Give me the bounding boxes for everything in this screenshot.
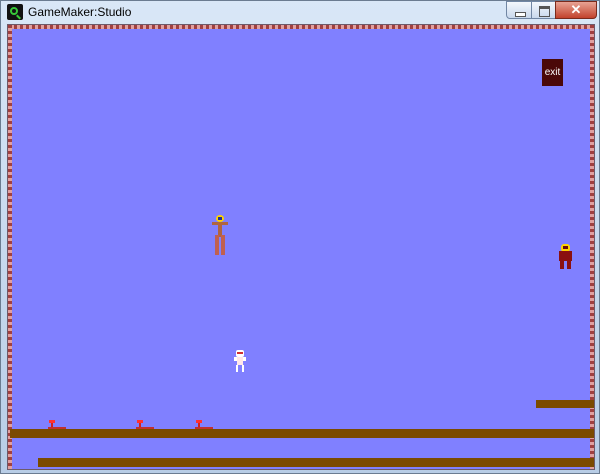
spring-pad <box>136 420 154 429</box>
maximize-button[interactable] <box>531 1 556 19</box>
exit-label: exit <box>544 67 561 78</box>
title-bar[interactable]: GameMaker:Studio ✕ <box>1 1 599 23</box>
spring-pad <box>48 420 66 429</box>
player-sprite <box>234 350 246 372</box>
gamemaker-logo-icon <box>7 4 23 20</box>
right-ledge-platform <box>536 400 594 408</box>
window-title: GameMaker:Studio <box>28 5 132 19</box>
game-canvas[interactable]: exit <box>7 24 595 470</box>
spring-pad <box>195 420 213 429</box>
lower-floor-platform <box>38 458 594 467</box>
top-wall <box>8 25 594 29</box>
game-window: GameMaker:Studio ✕ exit <box>0 0 600 474</box>
close-button[interactable]: ✕ <box>555 1 597 19</box>
red-enemy-sprite <box>559 244 572 269</box>
minimize-button[interactable] <box>506 1 532 19</box>
main-floor-platform <box>10 429 594 438</box>
brown-enemy-sprite <box>212 215 228 255</box>
close-icon: ✕ <box>570 2 582 17</box>
left-wall <box>8 25 12 469</box>
exit-button[interactable]: exit <box>542 59 563 86</box>
